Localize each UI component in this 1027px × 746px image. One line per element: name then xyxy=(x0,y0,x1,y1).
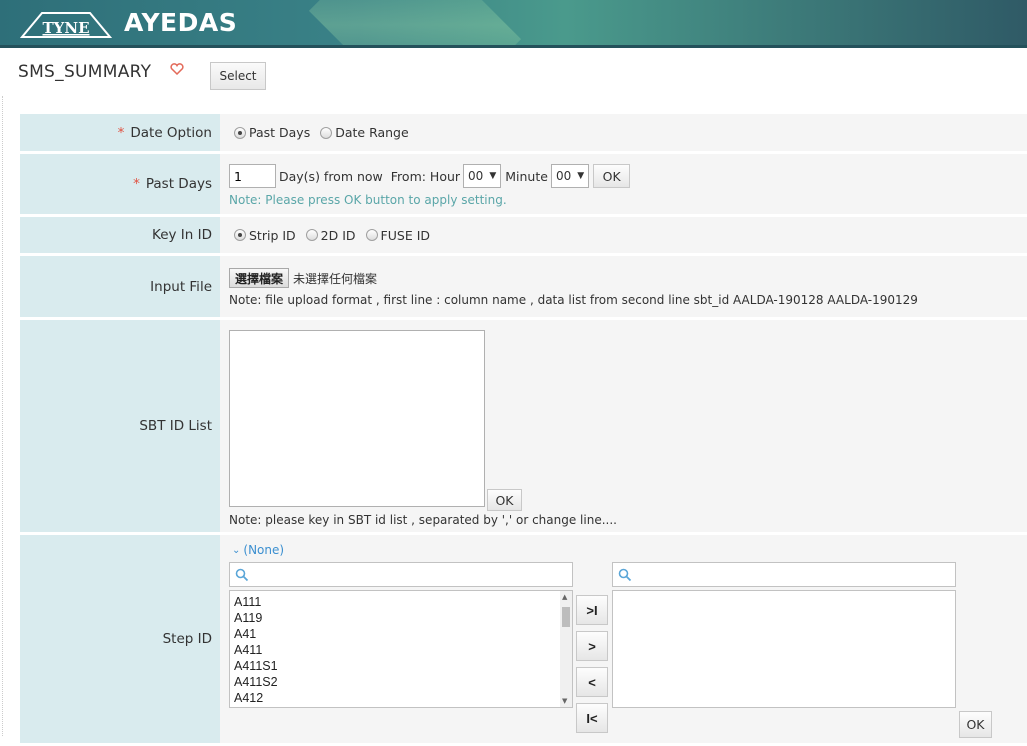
move-all-left-button[interactable]: I< xyxy=(576,703,608,733)
key-in-id-label: Key In ID xyxy=(20,217,220,253)
svg-text:TYNE: TYNE xyxy=(42,19,89,37)
sbt-id-note: Note: please key in SBT id list , separa… xyxy=(229,513,617,527)
list-item[interactable]: A119 xyxy=(230,610,572,626)
hour-select[interactable]: 00 ▼ xyxy=(463,164,502,188)
filter-none-toggle[interactable]: ⌄ (None) xyxy=(232,543,284,557)
radio-strip-id[interactable]: Strip ID xyxy=(234,228,296,243)
select-button[interactable]: Select xyxy=(210,62,266,90)
move-right-button[interactable]: > xyxy=(576,631,608,661)
move-left-button[interactable]: < xyxy=(576,667,608,697)
list-scrollbar[interactable]: ▲ ▼ xyxy=(560,591,572,707)
from-hour-label: From: Hour xyxy=(390,168,461,184)
chevron-down-icon: ⌄ xyxy=(232,544,241,556)
favorite-heart-icon[interactable] xyxy=(170,63,184,75)
minute-label: Minute xyxy=(505,168,548,184)
radio-past-days[interactable]: Past Days xyxy=(234,125,310,140)
scroll-down-arrow-icon[interactable]: ▼ xyxy=(562,697,567,705)
search-icon xyxy=(618,568,632,582)
scroll-thumb[interactable] xyxy=(562,607,570,627)
radio-unselected-icon xyxy=(305,229,318,241)
sbt-id-ok-button[interactable]: OK xyxy=(487,489,522,511)
days-suffix: Day(s) from now xyxy=(279,168,383,184)
row-step-id: Step ID ⌄ (None) A111 A119 A41 A411 A411… xyxy=(20,535,1027,743)
step-id-label: Step ID xyxy=(20,535,220,743)
radio-fuse-id[interactable]: FUSE ID xyxy=(365,228,430,243)
list-item[interactable]: A111 xyxy=(230,594,572,610)
minute-select[interactable]: 00 ▼ xyxy=(550,164,590,188)
step-id-ok-button[interactable]: OK xyxy=(959,711,992,738)
tyne-logo: TYNE xyxy=(20,12,112,38)
selected-steps-list[interactable] xyxy=(612,590,956,708)
row-date-option: * Date Option Past Days Date Range xyxy=(20,114,1027,154)
dropdown-caret-icon: ▼ xyxy=(489,171,497,181)
past-days-input[interactable] xyxy=(229,164,276,188)
row-key-in-id: Key In ID Strip ID 2D ID FUSE ID xyxy=(20,217,1027,256)
radio-unselected-icon xyxy=(365,229,378,241)
radio-date-range[interactable]: Date Range xyxy=(320,125,409,140)
query-form: * Date Option Past Days Date Range * Pas… xyxy=(20,114,1027,743)
radio-selected-icon xyxy=(234,126,246,139)
list-item[interactable]: A411S1 xyxy=(230,658,572,674)
list-item[interactable]: A411S2 xyxy=(230,674,572,690)
list-item[interactable]: A412 xyxy=(230,690,572,706)
dropdown-caret-icon: ▼ xyxy=(577,171,585,181)
available-steps-list[interactable]: A111 A119 A41 A411 A411S1 A411S2 A412 ▲ … xyxy=(229,590,573,708)
search-icon xyxy=(235,568,249,582)
sbt-id-list-label: SBT ID List xyxy=(20,320,220,532)
header-decoration xyxy=(308,0,522,48)
input-file-note: Note: file upload format , first line : … xyxy=(229,293,918,307)
list-item[interactable]: A411 xyxy=(230,642,572,658)
radio-2d-id[interactable]: 2D ID xyxy=(305,228,356,243)
left-search-input[interactable] xyxy=(229,562,573,587)
row-input-file: Input File 選擇檔案 未選擇任何檔案 Note: file uploa… xyxy=(20,256,1027,320)
brand-name: AYEDAS xyxy=(124,8,238,37)
row-past-days: * Past Days Day(s) from now From: Hour 0… xyxy=(20,154,1027,217)
required-marker: * xyxy=(117,124,125,141)
choose-file-button[interactable]: 選擇檔案 xyxy=(229,268,290,288)
list-item[interactable]: A41 xyxy=(230,626,572,642)
date-option-label: * Date Option xyxy=(20,114,220,151)
scroll-up-arrow-icon[interactable]: ▲ xyxy=(562,593,567,601)
top-header-bar: TYNE AYEDAS xyxy=(0,0,1027,48)
input-file-label: Input File xyxy=(20,256,220,317)
radio-selected-icon xyxy=(234,229,246,241)
past-days-note: Note: Please press OK button to apply se… xyxy=(229,193,507,207)
past-days-ok-button[interactable]: OK xyxy=(593,164,631,188)
sbt-id-textarea[interactable] xyxy=(229,330,485,507)
right-search-input[interactable] xyxy=(612,562,956,587)
move-all-right-button[interactable]: >I xyxy=(576,595,608,625)
past-days-label: * Past Days xyxy=(20,154,220,214)
required-marker: * xyxy=(133,176,140,192)
row-sbt-id-list: SBT ID List OK Note: please key in SBT i… xyxy=(20,320,1027,535)
page-title: SMS_SUMMARY xyxy=(18,62,152,82)
radio-unselected-icon xyxy=(320,126,333,139)
no-file-chosen-text: 未選擇任何檔案 xyxy=(293,271,378,286)
